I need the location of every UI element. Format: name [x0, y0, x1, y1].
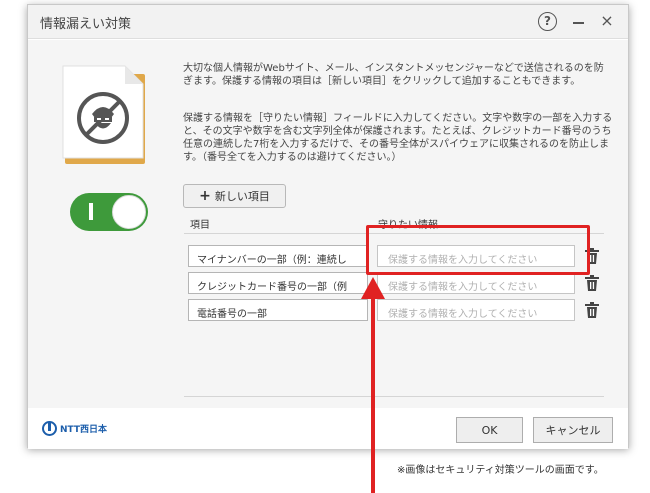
add-item-button[interactable]: + 新しい項目	[183, 184, 286, 208]
description-paragraph-2: 保護する情報を［守りたい情報］フィールドに入力してください。文字や数字の一部を入…	[183, 113, 613, 163]
close-icon[interactable]: ×	[600, 12, 614, 30]
annotation-arrow-shaft	[371, 296, 375, 493]
table-row: クレジットカード番号の一部（例 保護する情報を入力してください	[188, 272, 608, 294]
item-name-field[interactable]: 電話番号の一部	[188, 299, 368, 321]
item-name-field[interactable]: マイナンバーの一部（例：連続し	[188, 245, 368, 267]
privacy-protection-icon	[62, 65, 145, 164]
trash-icon[interactable]	[585, 275, 599, 291]
protected-info-input[interactable]: 保護する情報を入力してください	[377, 272, 575, 294]
title-bar: 情報漏えい対策 ? ×	[28, 5, 628, 39]
screenshot-note: ※画像はセキュリティ対策ツールの画面です。	[397, 465, 604, 476]
brand-logo: NTT西日本	[42, 421, 107, 436]
ok-button[interactable]: OK	[456, 417, 523, 443]
description-paragraph-1: 大切な個人情報がWebサイト、メール、インスタントメッセンジャーなどで送信される…	[183, 63, 604, 87]
dialog-body: 大切な個人情報がWebサイト、メール、インスタントメッセンジャーなどで送信される…	[28, 40, 628, 408]
plus-icon: +	[199, 188, 211, 204]
table-bottom-divider	[184, 396, 604, 397]
toggle-knob[interactable]	[112, 195, 146, 229]
help-icon[interactable]: ?	[538, 12, 557, 31]
dialog-footer: NTT西日本 OK キャンセル	[28, 408, 628, 449]
table-row: 電話番号の一部 保護する情報を入力してください	[188, 299, 608, 321]
protected-info-input[interactable]: 保護する情報を入力してください	[377, 299, 575, 321]
window-title: 情報漏えい対策	[40, 17, 132, 32]
protection-toggle[interactable]	[70, 193, 148, 231]
column-header-item: 項目	[190, 220, 210, 231]
add-item-label: 新しい項目	[214, 190, 270, 203]
trash-icon[interactable]	[585, 302, 599, 318]
highlight-annotation-box	[366, 225, 590, 275]
minimize-icon[interactable]	[573, 22, 584, 24]
ntt-logo-icon	[42, 421, 57, 436]
cancel-button[interactable]: キャンセル	[533, 417, 613, 443]
item-name-field[interactable]: クレジットカード番号の一部（例	[188, 272, 368, 294]
toggle-on-mark	[89, 203, 93, 220]
brand-name: NTT西日本	[60, 425, 108, 435]
